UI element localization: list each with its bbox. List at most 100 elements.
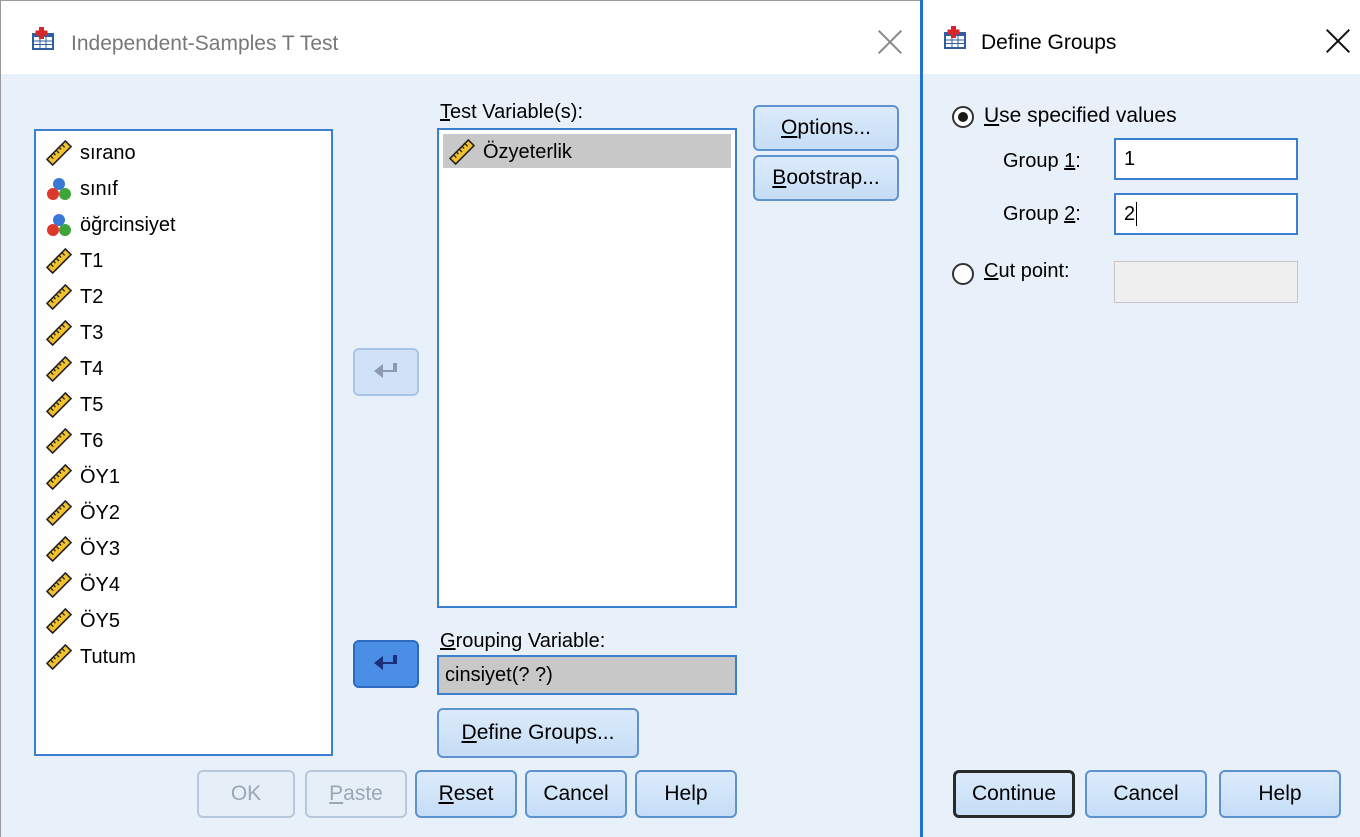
source-variable-list[interactable]: sırano sınıf öğrcinsiyet T1 T2 T3 T4 T5 T6 ÖY1 ÖY2… bbox=[34, 129, 333, 756]
paste-button[interactable]: Paste bbox=[305, 770, 407, 818]
source-variable-item[interactable]: T2 bbox=[46, 282, 103, 312]
group1-label: Group 1: bbox=[1003, 150, 1081, 172]
source-variable-name: ÖY1 bbox=[80, 465, 121, 488]
source-variable-item[interactable]: T4 bbox=[46, 354, 103, 384]
source-variable-item[interactable]: T6 bbox=[46, 426, 103, 456]
group2-input[interactable]: 2 bbox=[1114, 193, 1298, 235]
curved-arrow-icon bbox=[374, 363, 397, 378]
cut-point-label: Cut point: bbox=[984, 260, 1070, 282]
test-variable-name: Özyeterlik bbox=[483, 140, 572, 163]
use-specified-values-radio[interactable] bbox=[952, 106, 974, 128]
source-variable-name: ÖY2 bbox=[80, 501, 121, 524]
group2-label: Group 2: bbox=[1003, 203, 1081, 225]
define-groups-button-label: efine Groups... bbox=[476, 721, 615, 744]
test-variables-list[interactable]: Özyeterlik bbox=[437, 128, 737, 608]
test-variables-label: Test Variable(s): bbox=[440, 101, 584, 123]
source-variable-item[interactable]: sınıf bbox=[46, 174, 118, 204]
grouping-variable-label-text: rouping Variable: bbox=[455, 630, 606, 652]
cut-point-radio[interactable] bbox=[952, 263, 974, 285]
three-balls-icon bbox=[47, 214, 71, 236]
bootstrap-button-label: ootstrap... bbox=[786, 166, 880, 189]
source-variable-name: sırano bbox=[80, 141, 136, 164]
cancel-button[interactable]: Cancel bbox=[525, 770, 627, 818]
ruler-icon bbox=[46, 356, 72, 382]
options-button[interactable]: Options... bbox=[753, 105, 899, 151]
continue-button[interactable]: Continue bbox=[953, 770, 1075, 818]
ruler-icon bbox=[46, 140, 72, 166]
use-specified-values-label-text: se specified values bbox=[999, 104, 1177, 127]
text-cursor bbox=[1136, 202, 1138, 226]
define-groups-button[interactable]: Define Groups... bbox=[437, 708, 639, 758]
test-variables-label-text: est Variable(s): bbox=[450, 101, 584, 123]
ruler-icon bbox=[46, 500, 72, 526]
ruler-icon bbox=[449, 139, 475, 165]
source-variable-item[interactable]: T5 bbox=[46, 390, 103, 420]
window-title: Independent-Samples T Test bbox=[71, 32, 339, 55]
source-variable-name: T3 bbox=[80, 321, 104, 344]
source-variable-item[interactable]: ÖY5 bbox=[46, 606, 120, 636]
source-variable-name: öğrcinsiyet bbox=[80, 213, 176, 236]
define-groups-body: Use specified values Group 1: 1 Group 2:… bbox=[923, 74, 1360, 837]
curved-arrow-icon bbox=[374, 655, 397, 670]
ruler-icon bbox=[46, 428, 72, 454]
source-variable-name: T2 bbox=[80, 285, 104, 308]
source-variable-item[interactable]: ÖY1 bbox=[46, 462, 120, 492]
help-button[interactable]: Help bbox=[635, 770, 737, 818]
define-groups-window: Define Groups Use specified values Group… bbox=[920, 0, 1360, 837]
group2-label-prefix: Group bbox=[1003, 203, 1065, 225]
grouping-variable-value: cinsiyet(? ?) bbox=[445, 663, 553, 686]
define-groups-cancel-button[interactable]: Cancel bbox=[1085, 770, 1207, 818]
define-groups-help-button[interactable]: Help bbox=[1219, 770, 1341, 818]
source-variable-item[interactable]: T1 bbox=[46, 246, 103, 276]
source-variable-item[interactable]: ÖY4 bbox=[46, 570, 120, 600]
reset-button[interactable]: Reset bbox=[415, 770, 517, 818]
source-variable-item[interactable]: ÖY3 bbox=[46, 534, 120, 564]
options-button-label: ptions... bbox=[797, 116, 871, 139]
bootstrap-button[interactable]: Bootstrap... bbox=[753, 155, 899, 201]
grouping-variable-field[interactable]: cinsiyet(? ?) bbox=[437, 655, 737, 695]
grouping-variable-label: Grouping Variable: bbox=[440, 630, 606, 652]
source-variable-name: T5 bbox=[80, 393, 104, 416]
ruler-icon bbox=[46, 644, 72, 670]
source-variable-name: T4 bbox=[80, 357, 104, 380]
close-icon[interactable] bbox=[1325, 28, 1351, 54]
source-variable-item[interactable]: öğrcinsiyet bbox=[46, 210, 176, 240]
spss-table-icon bbox=[32, 27, 54, 50]
test-variable-item[interactable]: Özyeterlik bbox=[449, 137, 572, 167]
independent-samples-t-test-window: Independent-Samples T Test sırano sınıf öğ… bbox=[0, 0, 920, 837]
ruler-icon bbox=[46, 392, 72, 418]
move-to-test-variables-button[interactable] bbox=[353, 348, 419, 396]
ruler-icon bbox=[46, 572, 72, 598]
define-groups-title: Define Groups bbox=[981, 31, 1117, 54]
reset-button-label: eset bbox=[453, 782, 494, 805]
group1-label-prefix: Group bbox=[1003, 150, 1065, 172]
ruler-icon bbox=[46, 464, 72, 490]
main-title-bar: Independent-Samples T Test bbox=[0, 0, 920, 74]
three-balls-icon bbox=[47, 178, 71, 200]
source-variable-name: T1 bbox=[80, 249, 104, 272]
source-variable-item[interactable]: ÖY2 bbox=[46, 498, 120, 528]
main-dialog-body: sırano sınıf öğrcinsiyet T1 T2 T3 T4 T5 T6 ÖY1 ÖY2… bbox=[0, 74, 920, 837]
source-variable-name: ÖY4 bbox=[80, 573, 121, 596]
cut-point-label-text: ut point: bbox=[998, 260, 1070, 282]
cut-point-input[interactable] bbox=[1114, 261, 1298, 303]
group1-input[interactable]: 1 bbox=[1114, 138, 1298, 180]
source-variable-name: ÖY5 bbox=[80, 609, 121, 632]
ruler-icon bbox=[46, 284, 72, 310]
source-variable-name: T6 bbox=[80, 429, 104, 452]
source-variable-name: ÖY3 bbox=[80, 537, 121, 560]
source-variable-item[interactable]: T3 bbox=[46, 318, 103, 348]
define-groups-title-bar: Define Groups bbox=[923, 0, 1360, 74]
close-icon[interactable] bbox=[877, 29, 903, 55]
source-variable-item[interactable]: sırano bbox=[46, 138, 136, 168]
spss-table-icon bbox=[944, 26, 966, 49]
ruler-icon bbox=[46, 536, 72, 562]
move-to-grouping-variable-button[interactable] bbox=[353, 640, 419, 688]
group2-value: 2 bbox=[1124, 202, 1136, 225]
use-specified-values-label: Use specified values bbox=[984, 104, 1177, 127]
ruler-icon bbox=[46, 320, 72, 346]
paste-button-label: aste bbox=[343, 782, 383, 805]
source-variable-name: Tutum bbox=[80, 645, 136, 668]
source-variable-item[interactable]: Tutum bbox=[46, 642, 136, 672]
ok-button[interactable]: OK bbox=[197, 770, 295, 818]
